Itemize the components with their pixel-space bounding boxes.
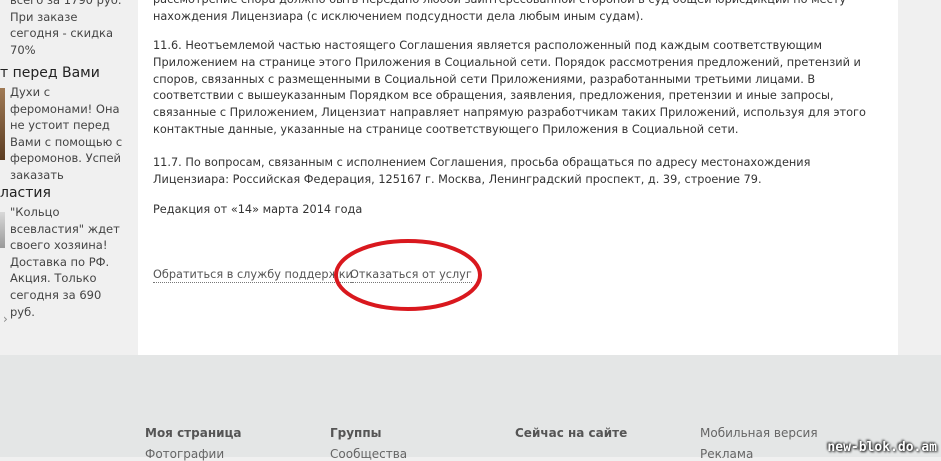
- ad-ring-text[interactable]: "Кольцо всевластия" ждет своего хозяина!…: [10, 204, 128, 320]
- footer-mobile-version-link[interactable]: Мобильная версия: [700, 426, 818, 440]
- watermark-text: new-blok.do.am: [827, 440, 937, 455]
- footer-groups-title[interactable]: Группы: [330, 426, 382, 440]
- agreement-paragraph-11-7: 11.7. По вопросам, связанным с исполнени…: [153, 156, 811, 186]
- ad-perfume-text[interactable]: Духи с феромонами! Она не устоит перед В…: [10, 84, 128, 184]
- site-footer: Моя страница Фотографии Группы Сообществ…: [0, 355, 941, 461]
- agreement-content: рассмотрение спора должно быть передано …: [138, 0, 898, 355]
- ad-ring-thumbnail-image[interactable]: [0, 212, 5, 248]
- footer-my-page-title[interactable]: Моя страница: [145, 426, 242, 440]
- sidebar-arrow-icon[interactable]: ›: [3, 311, 8, 328]
- sidebar-section-title-2: ластия: [0, 185, 51, 201]
- promo-top-text[interactable]: всего за 1790 руб. При заказе сегодня - …: [10, 0, 128, 58]
- footer-advertising-link[interactable]: Реклама: [700, 447, 753, 461]
- footer-online-now-title[interactable]: Сейчас на сайте: [515, 426, 627, 440]
- support-link[interactable]: Обратиться в службу поддержки: [153, 268, 353, 283]
- agreement-paragraph-11-6: 11.6. Неотъемлемой частью настоящего Сог…: [153, 39, 866, 136]
- red-highlight-circle: [334, 239, 482, 311]
- footer-communities-link[interactable]: Сообщества: [330, 447, 407, 461]
- ad-thumbnail-image[interactable]: [0, 88, 5, 160]
- agreement-edition-date: Редакция от «14» марта 2014 года: [153, 203, 363, 216]
- footer-photos-link[interactable]: Фотографии: [145, 447, 224, 461]
- sidebar-section-title: т перед Вами: [0, 65, 100, 81]
- agreement-paragraph-top: рассмотрение спора должно быть передано …: [153, 0, 846, 23]
- left-sidebar: всего за 1790 руб. При заказе сегодня - …: [0, 0, 130, 355]
